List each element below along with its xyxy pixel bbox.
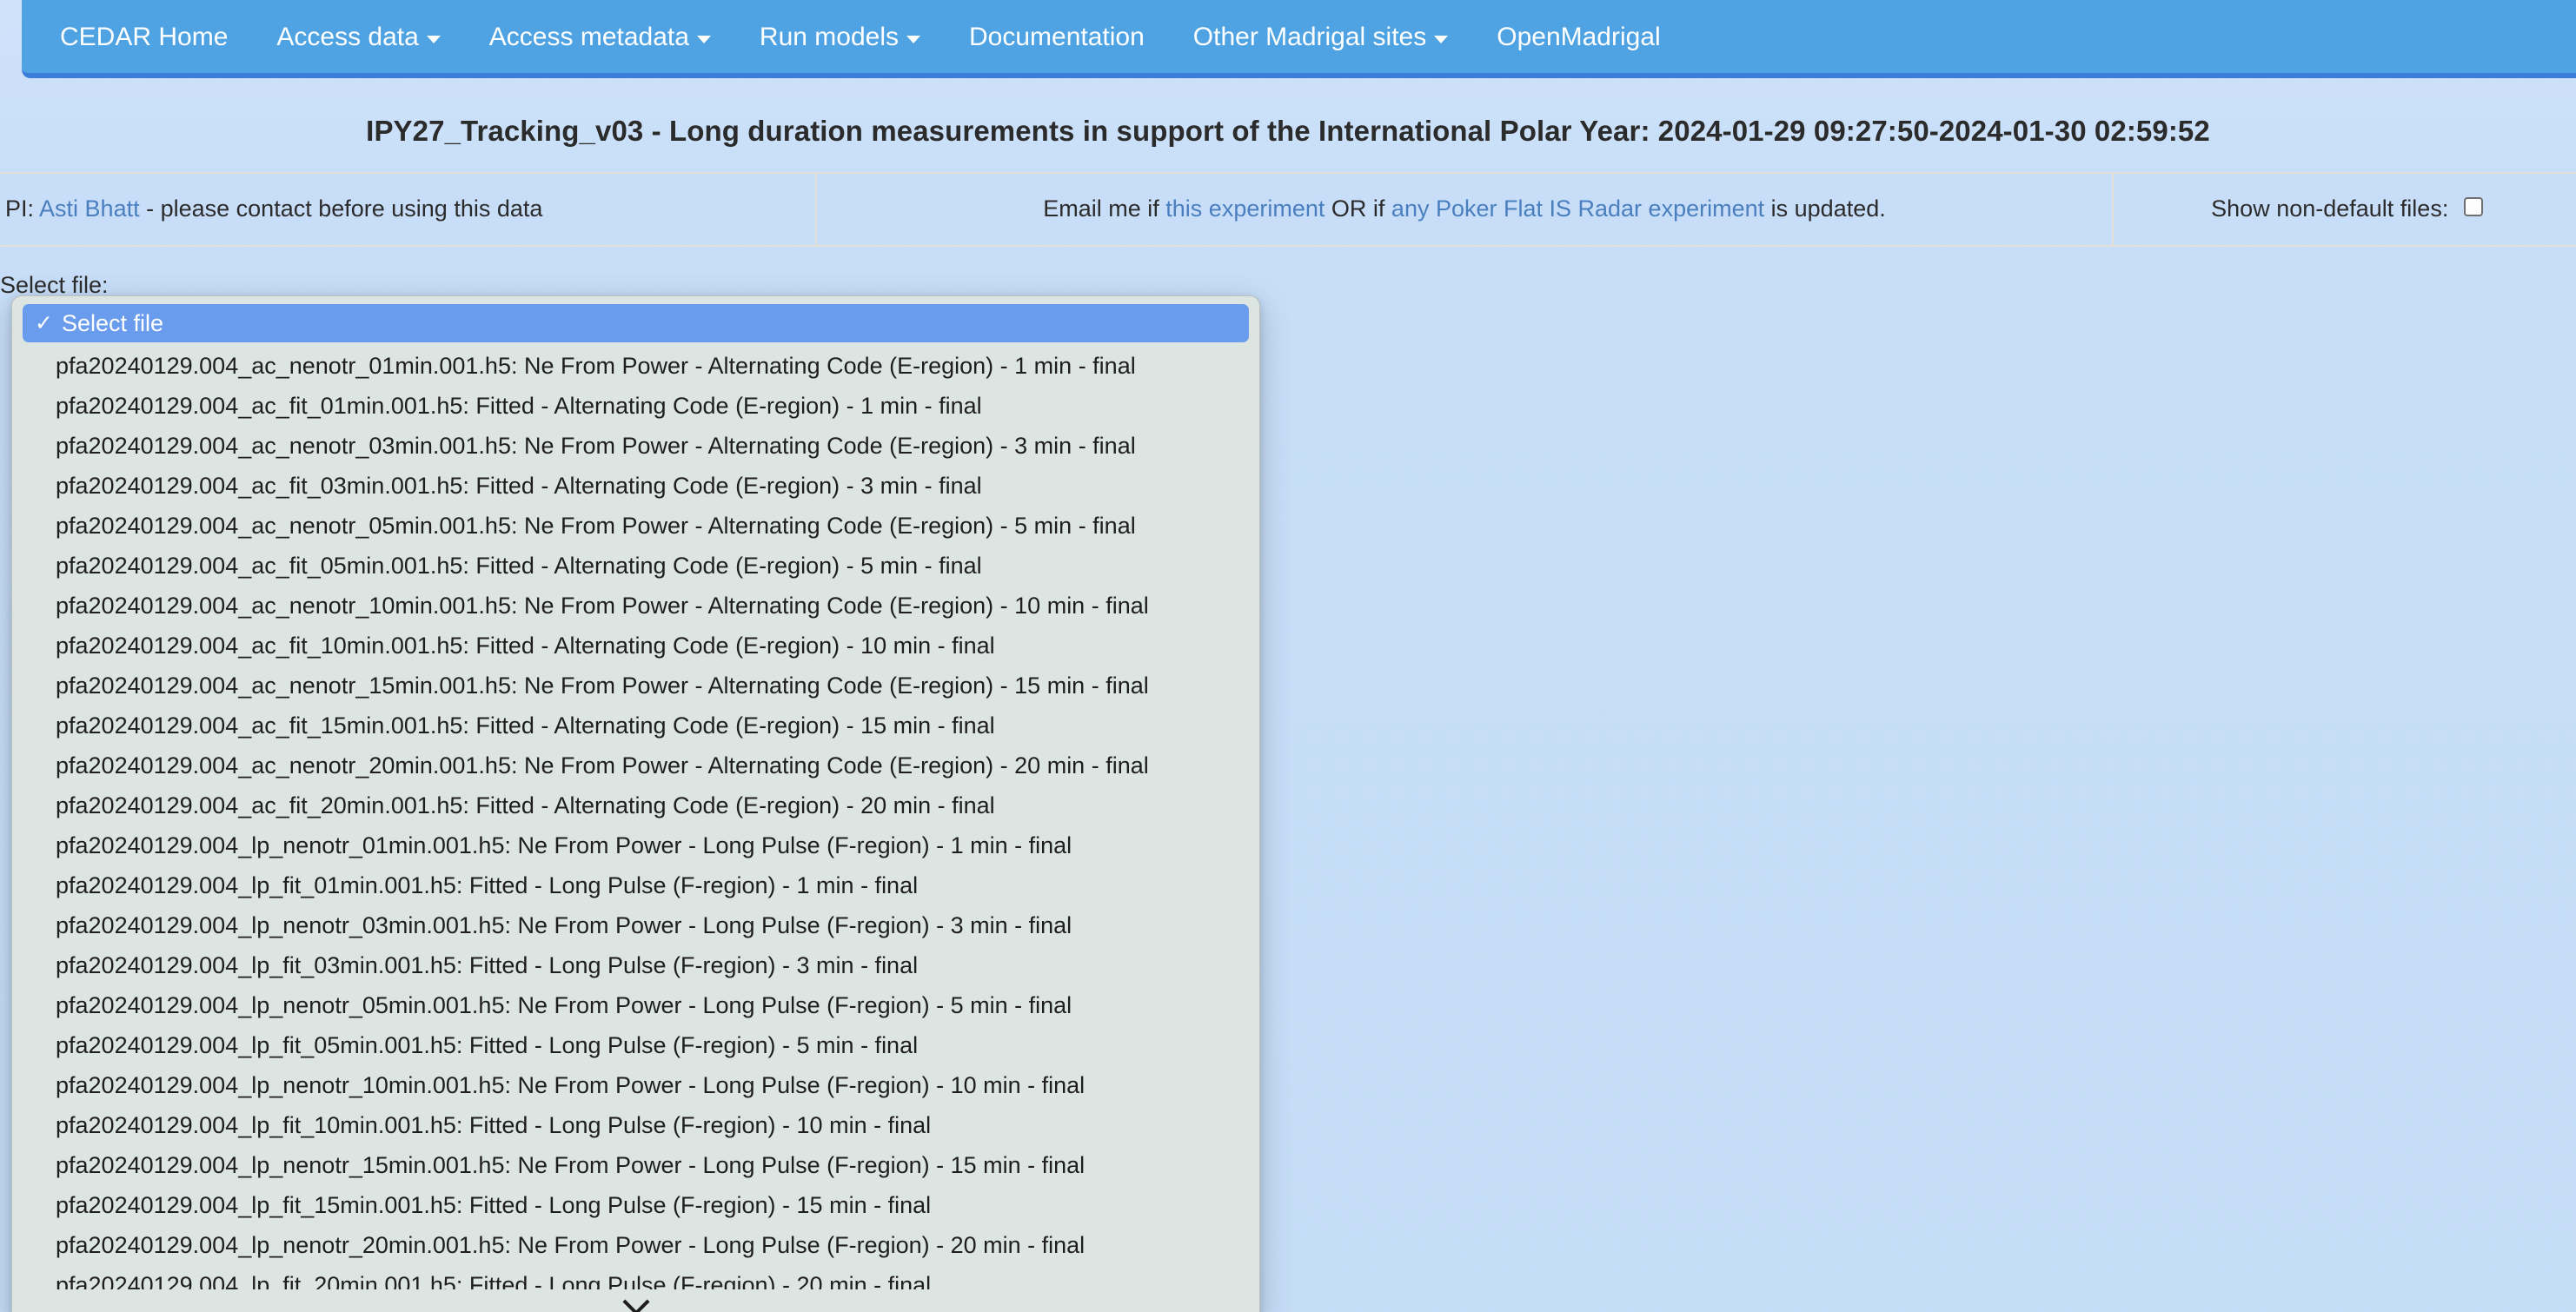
nav-item-access-data[interactable]: Access data xyxy=(252,24,464,73)
dropdown-option[interactable]: pfa20240129.004_lp_nenotr_10min.001.h5: … xyxy=(12,1065,1259,1105)
chevron-down-icon xyxy=(906,35,920,43)
dropdown-option[interactable]: pfa20240129.004_lp_fit_15min.001.h5: Fit… xyxy=(12,1185,1259,1225)
nav-item-other-madrigal-sites[interactable]: Other Madrigal sites xyxy=(1169,24,1472,73)
dropdown-option[interactable]: pfa20240129.004_ac_fit_05min.001.h5: Fit… xyxy=(12,546,1259,586)
nav-label: Other Madrigal sites xyxy=(1192,23,1427,51)
dropdown-option-list: pfa20240129.004_ac_nenotr_01min.001.h5: … xyxy=(12,346,1259,1305)
nav-item-access-metadata[interactable]: Access metadata xyxy=(465,24,735,73)
email-suffix-label: is updated. xyxy=(1770,195,1886,222)
any-poker-flat-experiment-link[interactable]: any Poker Flat IS Radar experiment xyxy=(1391,195,1764,222)
dropdown-option[interactable]: pfa20240129.004_ac_fit_03min.001.h5: Fit… xyxy=(12,466,1259,506)
show-non-default-files-label: Show non-default files: xyxy=(2211,195,2449,222)
checkmark-icon: ✓ xyxy=(35,310,53,335)
chevron-down-icon xyxy=(696,35,711,43)
nav-label: OpenMadrigal xyxy=(1497,23,1661,51)
dropdown-option[interactable]: pfa20240129.004_ac_nenotr_10min.001.h5: … xyxy=(12,586,1259,626)
dropdown-option[interactable]: pfa20240129.004_ac_nenotr_20min.001.h5: … xyxy=(12,745,1259,785)
dropdown-option[interactable]: pfa20240129.004_lp_fit_01min.001.h5: Fit… xyxy=(12,865,1259,905)
email-notification-cell: Email me if this experiment OR if any Po… xyxy=(816,172,2114,247)
nav-item-documentation[interactable]: Documentation xyxy=(945,24,1169,73)
dropdown-option[interactable]: pfa20240129.004_ac_fit_15min.001.h5: Fit… xyxy=(12,706,1259,745)
select-file-dropdown[interactable]: ✓ Select file pfa20240129.004_ac_nenotr_… xyxy=(11,295,1260,1312)
show-non-default-files-checkbox[interactable] xyxy=(2463,197,2483,216)
main-navbar: CEDAR Home Access data Access metadata R… xyxy=(22,0,2576,78)
chevron-down-icon xyxy=(621,1288,650,1312)
dropdown-option[interactable]: pfa20240129.004_lp_nenotr_03min.001.h5: … xyxy=(12,905,1259,945)
nav-item-openmadrigal[interactable]: OpenMadrigal xyxy=(1472,24,1684,73)
dropdown-option[interactable]: pfa20240129.004_lp_nenotr_05min.001.h5: … xyxy=(12,985,1259,1025)
show-non-default-cell: Show non-default files: xyxy=(2113,172,2576,247)
dropdown-option[interactable]: pfa20240129.004_lp_fit_05min.001.h5: Fit… xyxy=(12,1025,1259,1065)
pi-prefix-label: PI: xyxy=(5,195,35,222)
pi-cell: PI: Asti Bhatt - please contact before u… xyxy=(0,172,817,247)
dropdown-option[interactable]: pfa20240129.004_ac_nenotr_15min.001.h5: … xyxy=(12,666,1259,706)
nav-label: Access data xyxy=(276,23,419,51)
dropdown-option[interactable]: pfa20240129.004_ac_fit_20min.001.h5: Fit… xyxy=(12,785,1259,825)
nav-label: Run models xyxy=(759,23,899,51)
pi-suffix-label: - please contact before using this data xyxy=(146,195,543,222)
dropdown-selected-label: Select file xyxy=(61,309,164,336)
dropdown-option[interactable]: pfa20240129.004_lp_fit_03min.001.h5: Fit… xyxy=(12,945,1259,985)
experiment-info-table: PI: Asti Bhatt - please contact before u… xyxy=(0,172,2576,247)
page-title: IPY27_Tracking_v03 - Long duration measu… xyxy=(366,115,2210,147)
dropdown-option[interactable]: pfa20240129.004_lp_nenotr_20min.001.h5: … xyxy=(12,1225,1259,1265)
dropdown-option[interactable]: pfa20240129.004_lp_nenotr_01min.001.h5: … xyxy=(12,825,1259,865)
table-row: PI: Asti Bhatt - please contact before u… xyxy=(0,172,2576,247)
email-middle-label: OR if xyxy=(1331,195,1385,222)
dropdown-option[interactable]: pfa20240129.004_lp_nenotr_15min.001.h5: … xyxy=(12,1145,1259,1185)
pi-name-link[interactable]: Asti Bhatt xyxy=(39,195,140,222)
nav-label: CEDAR Home xyxy=(60,23,229,51)
chevron-down-icon xyxy=(426,35,441,43)
nav-item-cedar-home[interactable]: CEDAR Home xyxy=(36,24,252,73)
dropdown-option[interactable]: pfa20240129.004_ac_nenotr_01min.001.h5: … xyxy=(12,346,1259,386)
nav-label: Access metadata xyxy=(488,23,689,51)
dropdown-option[interactable]: pfa20240129.004_ac_nenotr_03min.001.h5: … xyxy=(12,426,1259,466)
dropdown-option[interactable]: pfa20240129.004_ac_fit_01min.001.h5: Fit… xyxy=(12,386,1259,426)
dropdown-option[interactable]: pfa20240129.004_ac_fit_10min.001.h5: Fit… xyxy=(12,626,1259,666)
chevron-down-icon xyxy=(1434,35,1449,43)
nav-item-run-models[interactable]: Run models xyxy=(735,24,945,73)
dropdown-scroll-down-button[interactable] xyxy=(12,1288,1259,1312)
dropdown-selected-option[interactable]: ✓ Select file xyxy=(23,304,1249,342)
dropdown-option[interactable]: pfa20240129.004_ac_nenotr_05min.001.h5: … xyxy=(12,506,1259,546)
email-prefix-label: Email me if xyxy=(1043,195,1159,222)
nav-label: Documentation xyxy=(969,23,1145,51)
dropdown-option[interactable]: pfa20240129.004_lp_fit_10min.001.h5: Fit… xyxy=(12,1105,1259,1145)
this-experiment-link[interactable]: this experiment xyxy=(1165,195,1325,222)
